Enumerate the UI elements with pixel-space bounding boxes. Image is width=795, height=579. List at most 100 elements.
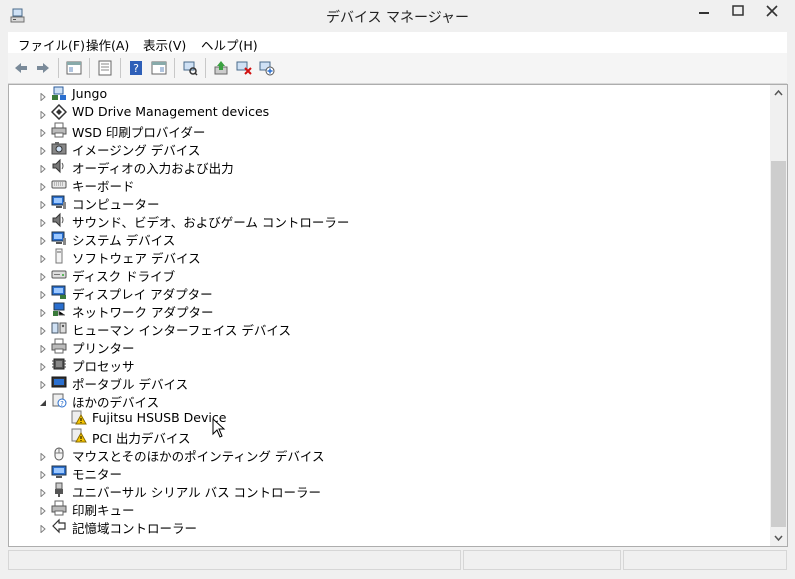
tree-category-item[interactable]: ディスク ドライブ — [9, 265, 769, 284]
menu-view[interactable]: 表示(V) — [141, 35, 188, 54]
warning-device-icon — [71, 410, 87, 426]
collapsed-triangle-icon[interactable] — [39, 450, 47, 462]
add-legacy-hardware-icon[interactable] — [256, 57, 278, 79]
menu-help[interactable]: ヘルプ(H) — [199, 35, 260, 54]
network-device-icon — [51, 86, 67, 102]
show-hide-console-tree-icon[interactable] — [63, 57, 85, 79]
menu-action[interactable]: 操作(A) — [84, 35, 131, 54]
status-pane-3 — [623, 550, 787, 570]
speaker-icon — [51, 158, 67, 174]
title-bar: デバイス マネージャー — [0, 0, 795, 32]
device-tree[interactable]: Jungo WD Drive Management devices WSD 印刷プロ… — [8, 84, 788, 547]
scroll-up-button[interactable] — [770, 85, 787, 102]
printer-icon — [51, 500, 67, 516]
usb-icon — [51, 482, 67, 498]
hid-icon — [51, 320, 67, 336]
collapsed-triangle-icon[interactable] — [39, 378, 47, 390]
collapsed-triangle-icon[interactable] — [39, 108, 47, 120]
tree-category-item[interactable]: プロセッサ — [9, 355, 769, 374]
update-driver-icon[interactable] — [210, 57, 232, 79]
tree-category-item[interactable]: サウンド、ビデオ、およびゲーム コントローラー — [9, 211, 769, 230]
camera-icon — [51, 140, 67, 156]
tree-category-item[interactable]: WSD 印刷プロバイダー — [9, 121, 769, 140]
close-button[interactable] — [752, 0, 792, 22]
collapsed-triangle-icon[interactable] — [39, 216, 47, 228]
tree-category-item[interactable]: ネットワーク アダプター — [9, 301, 769, 320]
collapsed-triangle-icon[interactable] — [39, 198, 47, 210]
warning-device-icon — [71, 428, 87, 444]
menu-file[interactable]: ファイル(F) — [16, 35, 87, 54]
collapsed-triangle-icon[interactable] — [39, 324, 47, 336]
tree-child-item[interactable]: Fujitsu HSUSB Device — [9, 409, 769, 427]
tree-item-label: WD Drive Management devices — [72, 104, 270, 119]
svg-text:?: ? — [60, 400, 64, 408]
collapsed-triangle-icon[interactable] — [39, 342, 47, 354]
disk-drive-icon — [51, 266, 67, 282]
toolbar: ? — [8, 53, 787, 84]
vertical-scrollbar[interactable] — [770, 85, 787, 546]
collapsed-triangle-icon[interactable] — [39, 90, 47, 102]
collapsed-triangle-icon[interactable] — [39, 486, 47, 498]
back-arrow-icon[interactable] — [10, 57, 32, 79]
status-pane-2 — [463, 550, 621, 570]
computer-icon — [51, 194, 67, 210]
scan-hardware-changes-icon[interactable] — [179, 57, 201, 79]
printer-icon — [51, 338, 67, 354]
other-devices-icon: ? — [51, 392, 67, 408]
scroll-thumb[interactable] — [771, 161, 786, 527]
collapsed-triangle-icon[interactable] — [39, 504, 47, 516]
help-icon[interactable]: ? — [125, 57, 147, 79]
collapsed-triangle-icon[interactable] — [39, 270, 47, 282]
tree-item-label: 記憶域コントローラー — [72, 521, 198, 536]
maximize-button[interactable] — [722, 0, 754, 22]
tree-category-item[interactable]: ディスプレイ アダプター — [9, 283, 769, 302]
portable-device-icon — [51, 374, 67, 390]
tree-category-item[interactable]: Jungo — [9, 85, 769, 103]
toolbar-separator — [58, 58, 59, 78]
keyboard-icon — [51, 176, 67, 192]
computer-icon — [51, 230, 67, 246]
tree-category-item[interactable]: ヒューマン インターフェイス デバイス — [9, 319, 769, 338]
forward-arrow-icon[interactable] — [32, 57, 54, 79]
printer-icon — [51, 122, 67, 138]
collapsed-triangle-icon[interactable] — [39, 180, 47, 192]
uninstall-device-icon[interactable] — [233, 57, 255, 79]
collapsed-triangle-icon[interactable] — [39, 360, 47, 372]
collapsed-triangle-icon[interactable] — [39, 306, 47, 318]
tree-category-item[interactable]: キーボード — [9, 175, 769, 194]
tree-category-item[interactable]: ソフトウェア デバイス — [9, 247, 769, 266]
action-pane-icon[interactable] — [148, 57, 170, 79]
tree-category-item[interactable]: イメージング デバイス — [9, 139, 769, 158]
tree-category-item[interactable]: 印刷キュー — [9, 499, 769, 518]
tree-category-item[interactable]: ポータブル デバイス — [9, 373, 769, 392]
tree-category-item[interactable]: モニター — [9, 463, 769, 482]
collapsed-triangle-icon[interactable] — [39, 162, 47, 174]
scroll-down-button[interactable] — [770, 529, 787, 546]
tree-category-item[interactable]: ユニバーサル シリアル バス コントローラー — [9, 481, 769, 500]
tree-category-item[interactable]: コンピューター — [9, 193, 769, 212]
tree-category-item[interactable]: マウスとそのほかのポインティング デバイス — [9, 445, 769, 464]
toolbar-separator — [174, 58, 175, 78]
properties-icon[interactable] — [94, 57, 116, 79]
collapsed-triangle-icon[interactable] — [39, 144, 47, 156]
collapsed-triangle-icon[interactable] — [39, 126, 47, 138]
display-adapter-icon — [51, 284, 67, 300]
collapsed-triangle-icon[interactable] — [39, 252, 47, 264]
tree-category-item[interactable]: ? ほかのデバイス — [9, 391, 769, 410]
tree-child-item[interactable]: PCI 出力デバイス — [9, 427, 769, 446]
status-pane-main — [8, 550, 461, 570]
tree-category-item[interactable]: プリンター — [9, 337, 769, 356]
tree-category-item[interactable]: WD Drive Management devices — [9, 103, 769, 121]
expanded-triangle-icon[interactable] — [39, 396, 47, 406]
tree-category-item[interactable]: システム デバイス — [9, 229, 769, 248]
collapsed-triangle-icon[interactable] — [39, 522, 47, 534]
tree-category-item[interactable]: 記憶域コントローラー — [9, 517, 769, 536]
collapsed-triangle-icon[interactable] — [39, 234, 47, 246]
tree-category-item[interactable]: オーディオの入力および出力 — [9, 157, 769, 176]
mouse-icon — [51, 446, 67, 462]
collapsed-triangle-icon[interactable] — [39, 468, 47, 480]
storage-controller-icon — [51, 518, 67, 534]
collapsed-triangle-icon[interactable] — [39, 288, 47, 300]
toolbar-separator — [120, 58, 121, 78]
minimize-button[interactable] — [688, 0, 720, 22]
